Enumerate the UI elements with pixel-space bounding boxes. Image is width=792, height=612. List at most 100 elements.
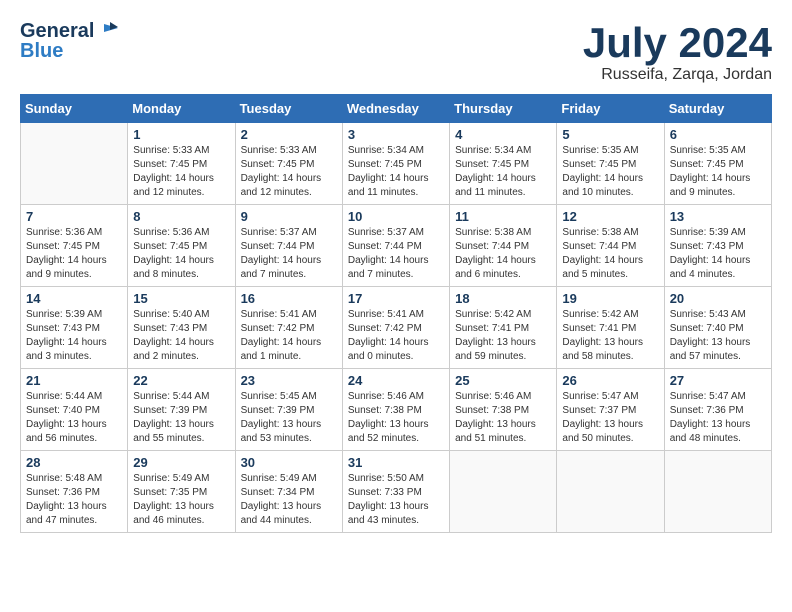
day-cell: 31 Sunrise: 5:50 AMSunset: 7:33 PMDaylig…: [342, 451, 449, 533]
page-header: General Blue July 2024 Russeifa, Zarqa, …: [20, 20, 772, 84]
day-cell: 20 Sunrise: 5:43 AMSunset: 7:40 PMDaylig…: [664, 287, 771, 369]
header-wednesday: Wednesday: [342, 95, 449, 123]
week-row-4: 21 Sunrise: 5:44 AMSunset: 7:40 PMDaylig…: [21, 369, 772, 451]
day-info: Sunrise: 5:44 AMSunset: 7:39 PMDaylight:…: [133, 390, 229, 446]
day-info: Sunrise: 5:44 AMSunset: 7:40 PMDaylight:…: [26, 390, 122, 446]
day-number: 3: [348, 127, 444, 142]
day-cell: 29 Sunrise: 5:49 AMSunset: 7:35 PMDaylig…: [128, 451, 235, 533]
day-cell: 15 Sunrise: 5:40 AMSunset: 7:43 PMDaylig…: [128, 287, 235, 369]
day-info: Sunrise: 5:36 AMSunset: 7:45 PMDaylight:…: [133, 226, 229, 282]
day-info: Sunrise: 5:38 AMSunset: 7:44 PMDaylight:…: [562, 226, 658, 282]
header-monday: Monday: [128, 95, 235, 123]
day-number: 28: [26, 455, 122, 470]
day-number: 22: [133, 373, 229, 388]
day-cell: 22 Sunrise: 5:44 AMSunset: 7:39 PMDaylig…: [128, 369, 235, 451]
day-number: 5: [562, 127, 658, 142]
header-friday: Friday: [557, 95, 664, 123]
day-info: Sunrise: 5:42 AMSunset: 7:41 PMDaylight:…: [562, 308, 658, 364]
day-info: Sunrise: 5:35 AMSunset: 7:45 PMDaylight:…: [562, 144, 658, 200]
logo: General Blue: [20, 20, 118, 62]
day-cell: 25 Sunrise: 5:46 AMSunset: 7:38 PMDaylig…: [450, 369, 557, 451]
day-cell: 24 Sunrise: 5:46 AMSunset: 7:38 PMDaylig…: [342, 369, 449, 451]
day-cell: [450, 451, 557, 533]
week-row-5: 28 Sunrise: 5:48 AMSunset: 7:36 PMDaylig…: [21, 451, 772, 533]
day-info: Sunrise: 5:39 AMSunset: 7:43 PMDaylight:…: [26, 308, 122, 364]
day-cell: 28 Sunrise: 5:48 AMSunset: 7:36 PMDaylig…: [21, 451, 128, 533]
day-info: Sunrise: 5:35 AMSunset: 7:45 PMDaylight:…: [670, 144, 766, 200]
day-cell: 6 Sunrise: 5:35 AMSunset: 7:45 PMDayligh…: [664, 123, 771, 205]
calendar-header: Sunday Monday Tuesday Wednesday Thursday…: [21, 95, 772, 123]
day-info: Sunrise: 5:46 AMSunset: 7:38 PMDaylight:…: [348, 390, 444, 446]
day-info: Sunrise: 5:48 AMSunset: 7:36 PMDaylight:…: [26, 472, 122, 528]
day-cell: 13 Sunrise: 5:39 AMSunset: 7:43 PMDaylig…: [664, 205, 771, 287]
day-number: 10: [348, 209, 444, 224]
day-info: Sunrise: 5:37 AMSunset: 7:44 PMDaylight:…: [241, 226, 337, 282]
day-number: 23: [241, 373, 337, 388]
day-cell: 11 Sunrise: 5:38 AMSunset: 7:44 PMDaylig…: [450, 205, 557, 287]
day-cell: 19 Sunrise: 5:42 AMSunset: 7:41 PMDaylig…: [557, 287, 664, 369]
day-info: Sunrise: 5:49 AMSunset: 7:34 PMDaylight:…: [241, 472, 337, 528]
day-cell: 14 Sunrise: 5:39 AMSunset: 7:43 PMDaylig…: [21, 287, 128, 369]
day-cell: 12 Sunrise: 5:38 AMSunset: 7:44 PMDaylig…: [557, 205, 664, 287]
day-cell: 4 Sunrise: 5:34 AMSunset: 7:45 PMDayligh…: [450, 123, 557, 205]
day-info: Sunrise: 5:50 AMSunset: 7:33 PMDaylight:…: [348, 472, 444, 528]
day-number: 20: [670, 291, 766, 306]
day-info: Sunrise: 5:45 AMSunset: 7:39 PMDaylight:…: [241, 390, 337, 446]
day-info: Sunrise: 5:43 AMSunset: 7:40 PMDaylight:…: [670, 308, 766, 364]
day-cell: 26 Sunrise: 5:47 AMSunset: 7:37 PMDaylig…: [557, 369, 664, 451]
day-cell: 30 Sunrise: 5:49 AMSunset: 7:34 PMDaylig…: [235, 451, 342, 533]
day-info: Sunrise: 5:38 AMSunset: 7:44 PMDaylight:…: [455, 226, 551, 282]
day-cell: 16 Sunrise: 5:41 AMSunset: 7:42 PMDaylig…: [235, 287, 342, 369]
day-number: 17: [348, 291, 444, 306]
day-info: Sunrise: 5:49 AMSunset: 7:35 PMDaylight:…: [133, 472, 229, 528]
day-number: 8: [133, 209, 229, 224]
day-info: Sunrise: 5:40 AMSunset: 7:43 PMDaylight:…: [133, 308, 229, 364]
day-cell: 9 Sunrise: 5:37 AMSunset: 7:44 PMDayligh…: [235, 205, 342, 287]
day-number: 14: [26, 291, 122, 306]
day-number: 7: [26, 209, 122, 224]
day-cell: 7 Sunrise: 5:36 AMSunset: 7:45 PMDayligh…: [21, 205, 128, 287]
month-year-title: July 2024: [583, 20, 772, 66]
day-info: Sunrise: 5:34 AMSunset: 7:45 PMDaylight:…: [455, 144, 551, 200]
day-number: 30: [241, 455, 337, 470]
day-info: Sunrise: 5:41 AMSunset: 7:42 PMDaylight:…: [241, 308, 337, 364]
day-number: 9: [241, 209, 337, 224]
day-number: 11: [455, 209, 551, 224]
day-info: Sunrise: 5:39 AMSunset: 7:43 PMDaylight:…: [670, 226, 766, 282]
day-number: 26: [562, 373, 658, 388]
location-subtitle: Russeifa, Zarqa, Jordan: [583, 66, 772, 84]
calendar-table: Sunday Monday Tuesday Wednesday Thursday…: [20, 94, 772, 533]
week-row-2: 7 Sunrise: 5:36 AMSunset: 7:45 PMDayligh…: [21, 205, 772, 287]
day-info: Sunrise: 5:47 AMSunset: 7:37 PMDaylight:…: [562, 390, 658, 446]
week-row-1: 1 Sunrise: 5:33 AMSunset: 7:45 PMDayligh…: [21, 123, 772, 205]
day-cell: 1 Sunrise: 5:33 AMSunset: 7:45 PMDayligh…: [128, 123, 235, 205]
day-cell: [557, 451, 664, 533]
day-info: Sunrise: 5:37 AMSunset: 7:44 PMDaylight:…: [348, 226, 444, 282]
day-info: Sunrise: 5:47 AMSunset: 7:36 PMDaylight:…: [670, 390, 766, 446]
day-cell: 23 Sunrise: 5:45 AMSunset: 7:39 PMDaylig…: [235, 369, 342, 451]
header-tuesday: Tuesday: [235, 95, 342, 123]
day-number: 21: [26, 373, 122, 388]
day-info: Sunrise: 5:46 AMSunset: 7:38 PMDaylight:…: [455, 390, 551, 446]
day-cell: 10 Sunrise: 5:37 AMSunset: 7:44 PMDaylig…: [342, 205, 449, 287]
header-sunday: Sunday: [21, 95, 128, 123]
day-info: Sunrise: 5:42 AMSunset: 7:41 PMDaylight:…: [455, 308, 551, 364]
day-cell: 17 Sunrise: 5:41 AMSunset: 7:42 PMDaylig…: [342, 287, 449, 369]
day-number: 19: [562, 291, 658, 306]
day-cell: [664, 451, 771, 533]
day-number: 1: [133, 127, 229, 142]
day-number: 29: [133, 455, 229, 470]
day-info: Sunrise: 5:41 AMSunset: 7:42 PMDaylight:…: [348, 308, 444, 364]
day-number: 31: [348, 455, 444, 470]
day-number: 4: [455, 127, 551, 142]
day-cell: 8 Sunrise: 5:36 AMSunset: 7:45 PMDayligh…: [128, 205, 235, 287]
day-cell: 21 Sunrise: 5:44 AMSunset: 7:40 PMDaylig…: [21, 369, 128, 451]
day-number: 27: [670, 373, 766, 388]
day-number: 12: [562, 209, 658, 224]
day-cell: 2 Sunrise: 5:33 AMSunset: 7:45 PMDayligh…: [235, 123, 342, 205]
day-number: 6: [670, 127, 766, 142]
day-number: 25: [455, 373, 551, 388]
header-saturday: Saturday: [664, 95, 771, 123]
day-info: Sunrise: 5:33 AMSunset: 7:45 PMDaylight:…: [241, 144, 337, 200]
calendar-body: 1 Sunrise: 5:33 AMSunset: 7:45 PMDayligh…: [21, 123, 772, 533]
